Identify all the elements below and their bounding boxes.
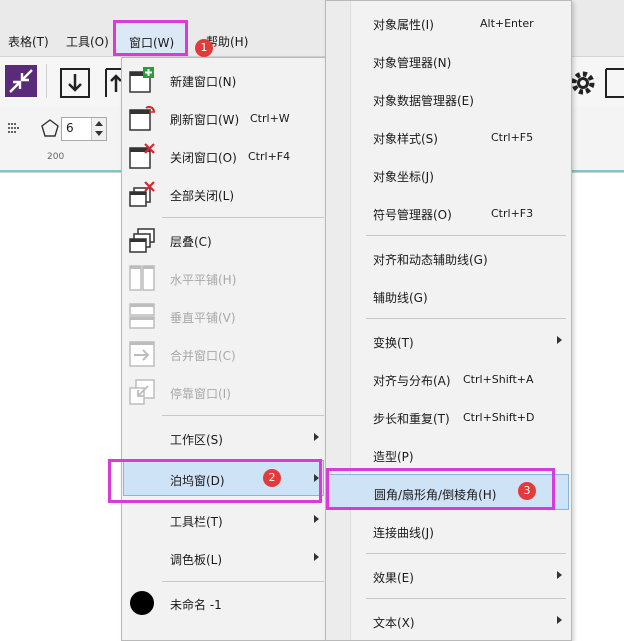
submenu-arrow-icon <box>314 515 319 523</box>
refresh-window-icon <box>129 106 156 131</box>
menu-item-object-coordinates[interactable]: 对象坐标(J) <box>326 157 571 193</box>
menu-item-align-distribute[interactable]: 对齐与分布(A) Ctrl+Shift+A <box>326 361 571 397</box>
menu-item-step-repeat[interactable]: 步长和重复(T) Ctrl+Shift+D <box>326 399 571 435</box>
menu-item-toolbars[interactable]: 工具栏(T) <box>122 502 327 538</box>
menu-item-object-manager[interactable]: 对象管理器(N) <box>326 43 571 79</box>
new-window-icon <box>129 67 154 93</box>
menu-item-document-untitled[interactable]: 未命名 -1 <box>122 585 327 621</box>
menu-separator <box>366 318 566 319</box>
menu-separator <box>366 235 566 236</box>
menu-item-effects[interactable]: 效果(E) <box>326 558 571 594</box>
submenu-arrow-icon <box>557 571 562 579</box>
menu-item-refresh-window[interactable]: 刷新窗口(W) Ctrl+W <box>122 100 327 136</box>
sides-value: 6 <box>66 121 74 135</box>
polygon-icon <box>41 119 59 137</box>
annotation-box-dockers <box>108 459 322 503</box>
menu-item-dock-window: 停靠窗口(I) <box>122 374 327 410</box>
menu-separator <box>366 553 566 554</box>
menu-separator <box>366 598 566 599</box>
submenu-arrow-icon <box>314 553 319 561</box>
window-menu: 新建窗口(N) 刷新窗口(W) Ctrl+W 关闭窗口(O) Ctrl+F4 全… <box>121 57 328 641</box>
step-badge-2: 2 <box>263 469 281 487</box>
menu-item-symbol-manager[interactable]: 符号管理器(O) Ctrl+F3 <box>326 195 571 231</box>
export-icon[interactable] <box>104 66 122 100</box>
menu-table[interactable]: 表格(T) <box>8 33 49 50</box>
options-icon[interactable] <box>604 66 624 100</box>
menu-item-object-styles[interactable]: 对象样式(S) Ctrl+F5 <box>326 119 571 155</box>
step-badge-3: 3 <box>518 482 536 500</box>
sides-input[interactable]: 6 <box>61 117 107 141</box>
submenu-arrow-icon <box>557 336 562 344</box>
menu-item-close-window[interactable]: 关闭窗口(O) Ctrl+F4 <box>122 138 327 174</box>
tile-horizontal-icon <box>129 265 155 291</box>
close-window-icon <box>129 143 155 169</box>
dockers-submenu: 对象属性(I) Alt+Enter 对象管理器(N) 对象数据管理器(E) 对象… <box>325 0 572 641</box>
spin-down-icon[interactable] <box>95 131 103 136</box>
ruler-tick-label: 200 <box>47 152 65 162</box>
menu-item-text[interactable]: 文本(X) <box>326 603 571 639</box>
document-dot-icon <box>130 591 154 615</box>
import-icon[interactable] <box>58 66 92 100</box>
align-icon[interactable] <box>6 120 22 136</box>
menu-item-cascade[interactable]: 层叠(C) <box>122 222 327 258</box>
menu-item-connector-curves[interactable]: 连接曲线(J) <box>326 513 571 549</box>
sides-spinner[interactable] <box>91 118 106 140</box>
submenu-arrow-icon <box>557 616 562 624</box>
menu-separator <box>162 581 324 582</box>
menu-item-new-window[interactable]: 新建窗口(N) <box>122 62 327 98</box>
menu-item-transform[interactable]: 变换(T) <box>326 323 571 359</box>
dock-window-icon <box>129 379 155 405</box>
menu-item-object-data-manager[interactable]: 对象数据管理器(E) <box>326 81 571 117</box>
menu-item-object-properties[interactable]: 对象属性(I) Alt+Enter <box>326 5 571 41</box>
menu-item-guidelines[interactable]: 辅助线(G) <box>326 278 571 314</box>
cascade-icon <box>129 228 155 253</box>
menu-window[interactable]: 窗口(W) <box>113 20 188 56</box>
menu-window-label: 窗口(W) <box>129 36 175 50</box>
menu-tools[interactable]: 工具(O) <box>66 33 109 50</box>
menu-item-workspace[interactable]: 工作区(S) <box>122 420 327 456</box>
shrink-icon[interactable] <box>4 64 38 98</box>
menu-separator <box>162 217 324 218</box>
tile-vertical-icon <box>129 303 155 329</box>
merge-window-icon <box>129 341 155 367</box>
menu-separator <box>162 415 324 416</box>
menu-item-palettes[interactable]: 调色板(L) <box>122 540 327 576</box>
step-badge-1: 1 <box>195 39 213 57</box>
menu-item-tile-vertical: 垂直平铺(V) <box>122 298 327 334</box>
menu-item-alignment-guides[interactable]: 对齐和动态辅助线(G) <box>326 240 571 276</box>
menu-item-merge-window: 合并窗口(C) <box>122 336 327 372</box>
close-all-icon <box>129 181 155 207</box>
menu-item-tile-horizontal: 水平平铺(H) <box>122 260 327 296</box>
submenu-arrow-icon <box>314 433 319 441</box>
spin-up-icon[interactable] <box>95 121 103 126</box>
menu-item-close-all[interactable]: 全部关闭(L) <box>122 176 327 212</box>
